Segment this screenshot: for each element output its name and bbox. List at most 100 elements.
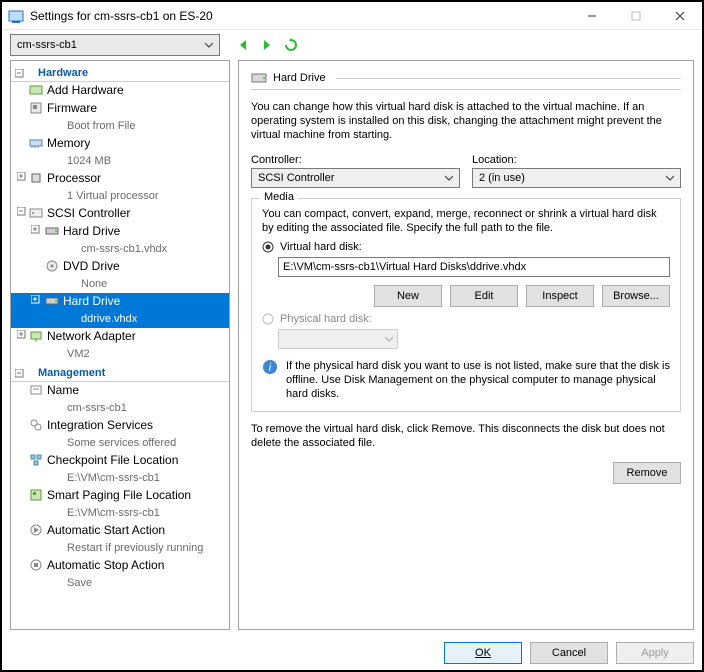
minimize-button[interactable] [570, 2, 614, 30]
new-button[interactable]: New [374, 285, 442, 307]
firmware-icon [29, 101, 43, 115]
vhd-radio-row[interactable]: Virtual hard disk: [262, 241, 670, 253]
name-icon [29, 383, 43, 397]
collapse-icon[interactable] [17, 207, 26, 216]
hard-drive-icon [45, 224, 59, 238]
tree-firmware-detail: Boot from File [11, 118, 229, 135]
tree-dvd-detail: None [11, 276, 229, 293]
tree-smart-paging-detail: E:\VM\cm-ssrs-cb1 [11, 505, 229, 522]
phd-dropdown [278, 329, 398, 349]
tree-scsi-controller[interactable]: SCSI Controller [11, 205, 229, 223]
info-icon: i [262, 359, 278, 375]
scsi-icon [29, 206, 43, 220]
tree-auto-start-detail: Restart if previously running [11, 540, 229, 557]
maximize-button[interactable] [614, 2, 658, 30]
dialog-footer: OK Cancel Apply [444, 642, 694, 664]
tree-checkpoint-location[interactable]: Checkpoint File Location [11, 452, 229, 470]
tree-name-detail: cm-ssrs-cb1 [11, 400, 229, 417]
chevron-down-icon [666, 174, 674, 182]
close-button[interactable] [658, 2, 702, 30]
location-dropdown[interactable]: 2 (in use) [472, 168, 681, 188]
toolbar: cm-ssrs-cb1 [2, 30, 702, 60]
tree-processor-detail: 1 Virtual processor [11, 188, 229, 205]
nav-prev-icon[interactable] [234, 36, 252, 54]
tree-hard-drive-1[interactable]: Hard Drive [11, 223, 229, 241]
auto-start-icon [29, 523, 43, 537]
phd-radio-label: Physical hard disk: [280, 313, 372, 325]
chevron-down-icon [445, 174, 453, 182]
tree-auto-stop[interactable]: Automatic Stop Action [11, 557, 229, 575]
window-title: Settings for cm-ssrs-cb1 on ES-20 [30, 9, 570, 23]
ok-button[interactable]: OK [444, 642, 522, 664]
vhd-path-input[interactable] [278, 257, 670, 277]
vm-selector-value: cm-ssrs-cb1 [17, 39, 77, 51]
hard-drive-icon [251, 71, 267, 85]
expand-icon[interactable] [31, 225, 40, 234]
remove-description: To remove the virtual hard disk, click R… [251, 422, 681, 450]
integration-icon [29, 418, 43, 432]
media-description: You can compact, convert, expand, merge,… [262, 207, 670, 235]
titlebar: Settings for cm-ssrs-cb1 on ES-20 [2, 2, 702, 30]
chevron-down-icon [385, 335, 393, 343]
tree-memory[interactable]: Memory [11, 135, 229, 153]
panel-header: Hard Drive [251, 71, 681, 90]
controller-value: SCSI Controller [258, 172, 334, 184]
location-label: Location: [472, 154, 681, 166]
tree-network-adapter[interactable]: Network Adapter [11, 328, 229, 346]
tree-auto-start[interactable]: Automatic Start Action [11, 522, 229, 540]
inspect-button[interactable]: Inspect [526, 285, 594, 307]
browse-button[interactable]: Browse... [602, 285, 670, 307]
tree-name[interactable]: Name [11, 382, 229, 400]
chevron-down-icon [205, 41, 213, 49]
nav-refresh-icon[interactable] [282, 36, 300, 54]
location-value: 2 (in use) [479, 172, 525, 184]
expand-icon[interactable] [31, 295, 40, 304]
nav-next-icon[interactable] [258, 36, 276, 54]
auto-stop-icon [29, 558, 43, 572]
apply-button: Apply [616, 642, 694, 664]
expand-icon[interactable] [17, 330, 26, 339]
panel-title: Hard Drive [273, 72, 326, 84]
cancel-button[interactable]: Cancel [530, 642, 608, 664]
settings-panel: Hard Drive You can change how this virtu… [238, 60, 694, 630]
tree-firmware[interactable]: Firmware [11, 100, 229, 118]
management-section-header[interactable]: Management [11, 363, 229, 382]
tree-hard-drive-2[interactable]: Hard Drive [11, 293, 229, 311]
vhd-radio-label: Virtual hard disk: [280, 241, 362, 253]
tree-smart-paging-location[interactable]: Smart Paging File Location [11, 487, 229, 505]
collapse-icon [15, 369, 24, 378]
tree-integration-detail: Some services offered [11, 435, 229, 452]
network-icon [29, 329, 43, 343]
tree-dvd-drive[interactable]: DVD Drive [11, 258, 229, 276]
expand-icon[interactable] [17, 172, 26, 181]
radio-selected-icon [262, 241, 274, 253]
tree-network-detail: VM2 [11, 346, 229, 363]
remove-button[interactable]: Remove [613, 462, 681, 484]
collapse-icon [15, 69, 24, 78]
controller-dropdown[interactable]: SCSI Controller [251, 168, 460, 188]
tree-integration-services[interactable]: Integration Services [11, 417, 229, 435]
checkpoint-icon [29, 453, 43, 467]
info-text: If the physical hard disk you want to us… [286, 359, 670, 401]
hard-drive-icon [45, 294, 59, 308]
vm-selector-dropdown[interactable]: cm-ssrs-cb1 [10, 34, 220, 56]
tree-hard-drive-1-detail: cm-ssrs-cb1.vhdx [11, 241, 229, 258]
phd-radio-row: Physical hard disk: [262, 313, 670, 325]
tree-add-hardware[interactable]: Add Hardware [11, 82, 229, 100]
processor-icon [29, 171, 43, 185]
dvd-icon [45, 259, 59, 273]
hardware-section-header[interactable]: Hardware [11, 63, 229, 82]
app-icon [8, 8, 24, 24]
tree-auto-stop-detail: Save [11, 575, 229, 592]
tree-checkpoint-detail: E:\VM\cm-ssrs-cb1 [11, 470, 229, 487]
tree-processor[interactable]: Processor [11, 170, 229, 188]
edit-button[interactable]: Edit [450, 285, 518, 307]
panel-description: You can change how this virtual hard dis… [251, 100, 681, 142]
tree-hard-drive-2-detail: ddrive.vhdx [11, 311, 229, 328]
radio-unselected-icon [262, 313, 274, 325]
media-title: Media [260, 191, 298, 203]
memory-icon [29, 136, 43, 150]
media-groupbox: Media You can compact, convert, expand, … [251, 198, 681, 412]
tree-memory-detail: 1024 MB [11, 153, 229, 170]
settings-tree[interactable]: Hardware Add Hardware Firmware Boot from… [10, 60, 230, 630]
